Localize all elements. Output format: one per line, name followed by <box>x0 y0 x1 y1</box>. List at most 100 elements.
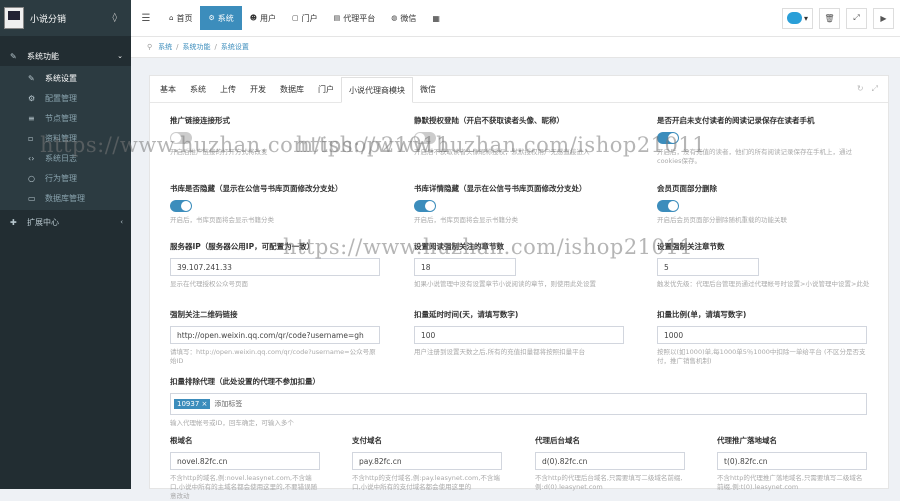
tab-home[interactable]: ⌂ 首页 <box>161 6 200 30</box>
tab-basic[interactable]: 基本 <box>153 76 183 102</box>
hide-library-detail-toggle[interactable] <box>414 200 436 212</box>
sidebar-item-label: 系统日志 <box>45 153 77 163</box>
tab-system[interactable]: ⚙ 系统 <box>200 6 242 30</box>
sidebar-item-label: 节点管理 <box>45 113 77 123</box>
field-label: 是否开启未支付读者的阅读记录保存在读者手机 <box>657 116 815 125</box>
chevron-left-icon: ‹ <box>120 218 123 226</box>
sidebar-item-label: 行为管理 <box>45 173 77 183</box>
sidebar-item-resources[interactable]: ▫ 资料管理 <box>0 128 131 148</box>
field-follow-chapter-count: 设置强制关注章节数 5 触发优先级：代理后台管理员通过代理帐号时设置>小说管理中… <box>657 241 872 289</box>
location-icon: ⚲ <box>147 43 153 51</box>
add-tag-placeholder[interactable]: 添加标签 <box>214 399 242 409</box>
deduct-ratio-input[interactable]: 1000 <box>657 326 867 344</box>
field-label: 支付域名 <box>352 436 382 445</box>
gear-icon: ⚙ <box>28 93 36 103</box>
tab-system-settings[interactable]: 系统 <box>183 76 213 102</box>
header-actions: ▾ 🗑 ⤢ ▶ <box>782 7 894 29</box>
agent-tag-label: 10937 <box>177 400 200 408</box>
breadcrumb-item[interactable]: 系统 <box>158 42 172 52</box>
video-icon[interactable]: ▶ <box>873 7 894 29</box>
tab-portal-settings[interactable]: 门户 <box>311 76 341 102</box>
breadcrumb-item[interactable]: 系统设置 <box>221 42 249 52</box>
agent-admin-domain-input[interactable]: d(0).82fc.cn <box>535 452 685 470</box>
field-help: 请填写：http://open.weixin.qq.com/qr/code?us… <box>170 348 376 365</box>
breadcrumb-separator: / <box>214 43 217 51</box>
sidebar-item-label: 数据库管理 <box>45 193 85 203</box>
breadcrumb: ⚲ 系统 / 系统功能 / 系统设置 <box>131 37 900 58</box>
sidebar-item-behavior[interactable]: ○ 行为管理 <box>0 168 131 188</box>
tab-label: 首页 <box>176 13 193 23</box>
tab-upload[interactable]: 上传 <box>213 76 243 102</box>
deduct-delay-input[interactable]: 100 <box>414 326 624 344</box>
brand-bar: 小说分销 ◊ <box>0 0 131 36</box>
top-header: ☰ ⌂ 首页 ⚙ 系统 ☻ 用户 ▢ 门户 ▤ 代理平台 ◍ 微信 ▦ ▾ 🗑 ⤢ ▶ <box>131 0 900 37</box>
field-help: 输入代理帐号或ID，回车确定，可输入多个 <box>170 419 294 427</box>
sidebar-item-label: 系统功能 <box>27 51 59 61</box>
breadcrumb-item[interactable]: 系统功能 <box>183 42 211 52</box>
root-domain-input[interactable]: novel.82fc.cn <box>170 452 320 470</box>
card-icon: ▤ <box>333 14 341 22</box>
field-help: 开启后会员页面部分删除随机重载的功能关联 <box>657 216 787 224</box>
expand-icon[interactable]: ⤢ <box>846 7 867 29</box>
tab-database[interactable]: 数据库 <box>273 76 311 102</box>
tab-portal[interactable]: ▢ 门户 <box>284 6 326 30</box>
sidebar-item-logs[interactable]: ‹› 系统日志 <box>0 148 131 168</box>
menu-toggle-icon[interactable]: ☰ <box>131 13 161 24</box>
agent-landing-domain-input[interactable]: t(0).82fc.cn <box>717 452 867 470</box>
sidebar-item-nodes[interactable]: ≡ 节点管理 <box>0 108 131 128</box>
tag-remove-icon[interactable]: × <box>202 400 208 408</box>
field-help: 按照以(如1000)单,每1000单5％1000中扣除一单给平台 (不区分是否支… <box>657 348 866 365</box>
sidebar-item-extensions[interactable]: ✚ 扩展中心 ‹ <box>0 212 131 232</box>
settings-tabs: 基本 系统 上传 开发 数据库 门户 小说代理商模块 微信 ↻ ⤢ <box>150 76 888 103</box>
droplet-icon[interactable]: ◊ <box>113 13 117 23</box>
grid-icon[interactable]: ▦ <box>424 6 448 30</box>
member-page-toggle[interactable] <box>657 200 679 212</box>
app-logo <box>4 7 24 29</box>
field-help: 不含http的域名,例:novel.leasynet.com,不含端口,小说中所… <box>170 474 318 500</box>
force-follow-chapter-input[interactable]: 18 <box>414 258 516 276</box>
sidebar-item-system-settings[interactable]: ✎ 系统设置 <box>0 68 131 88</box>
sidebar-item-config[interactable]: ⚙ 配置管理 <box>0 88 131 108</box>
promo-link-toggle[interactable] <box>170 132 192 144</box>
tab-agent-platform[interactable]: ▤ 代理平台 <box>326 6 384 30</box>
tab-label: 微信 <box>400 13 417 23</box>
trash-icon[interactable]: 🗑 <box>819 7 840 29</box>
field-label: 扣量延时时间(天，请填写数字) <box>414 310 519 319</box>
exclude-agents-tag-input[interactable]: 10937 × 添加标签 <box>170 393 867 415</box>
sidebar-item-label: 扩展中心 <box>27 217 59 227</box>
field-member-page: 会员页面部分删除 开启后会员页面部分删除随机重载的功能关联 <box>657 183 872 225</box>
field-label: 设置强制关注章节数 <box>657 242 725 251</box>
fullscreen-icon[interactable]: ⤢ <box>872 84 878 94</box>
field-label: 代理后台域名 <box>535 436 580 445</box>
field-label: 会员页面部分删除 <box>657 184 717 193</box>
agent-tag[interactable]: 10937 × <box>174 399 211 409</box>
follow-chapter-count-input[interactable]: 5 <box>657 258 759 276</box>
field-help: 触发优先级：代理后台管理员通过代理帐号时设置>小说管理中设置>此处 <box>657 280 870 288</box>
silent-auth-toggle[interactable] <box>414 132 436 144</box>
field-label: 扣量排除代理（此处设置的代理不参加扣量） <box>170 377 320 386</box>
field-help: 开启后，没有充值的读者，他们的所有阅读记录保存在手机上，通过cookies保存。 <box>657 148 852 165</box>
tab-wechat[interactable]: ◍ 微信 <box>383 6 424 30</box>
field-silent-auth: 静默授权登陆（开启不获取读者头像、昵称） 开启后不获取读者头像昵称授权，默默授权… <box>414 115 634 157</box>
tab-develop[interactable]: 开发 <box>243 76 273 102</box>
field-label: 服务器IP（服务器公用IP，可配置为一致） <box>170 242 315 251</box>
tab-wechat-settings[interactable]: 微信 <box>413 76 443 102</box>
field-label: 扣量比例(单，请填写数字) <box>657 310 747 319</box>
hide-library-toggle[interactable] <box>170 200 192 212</box>
field-deduct-exclude-agents: 扣量排除代理（此处设置的代理不参加扣量） 10937 × 添加标签 输入代理帐号… <box>170 376 867 428</box>
tab-novel-agent[interactable]: 小说代理商模块 <box>341 77 413 103</box>
field-help: 开启后，书库页面将会显示书籍分类 <box>170 216 274 224</box>
server-ip-input[interactable]: 39.107.241.33 <box>170 258 380 276</box>
sidebar-item-system-functions[interactable]: ✎ 系统功能 ⌄ <box>0 46 131 66</box>
field-help: 开启后，书库页面将会显示书籍分类 <box>414 216 518 224</box>
field-help: 用户注册到设置天数之后,所有的充值扣量都将按照扣量平台 <box>414 348 586 356</box>
qrcode-link-input[interactable]: http://open.weixin.qq.com/qr/code?userna… <box>170 326 380 344</box>
window-icon: ▢ <box>292 14 299 22</box>
tab-user[interactable]: ☻ 用户 <box>242 6 284 30</box>
refresh-icon[interactable]: ↻ <box>857 84 864 94</box>
pay-domain-input[interactable]: pay.82fc.cn <box>352 452 502 470</box>
user-avatar-dropdown[interactable]: ▾ <box>782 7 813 29</box>
save-reading-record-toggle[interactable] <box>657 132 679 144</box>
field-root-domain: 根域名 novel.82fc.cn 不含http的域名,例:novel.leas… <box>170 435 320 501</box>
sidebar-item-database[interactable]: ▭ 数据库管理 <box>0 188 131 208</box>
